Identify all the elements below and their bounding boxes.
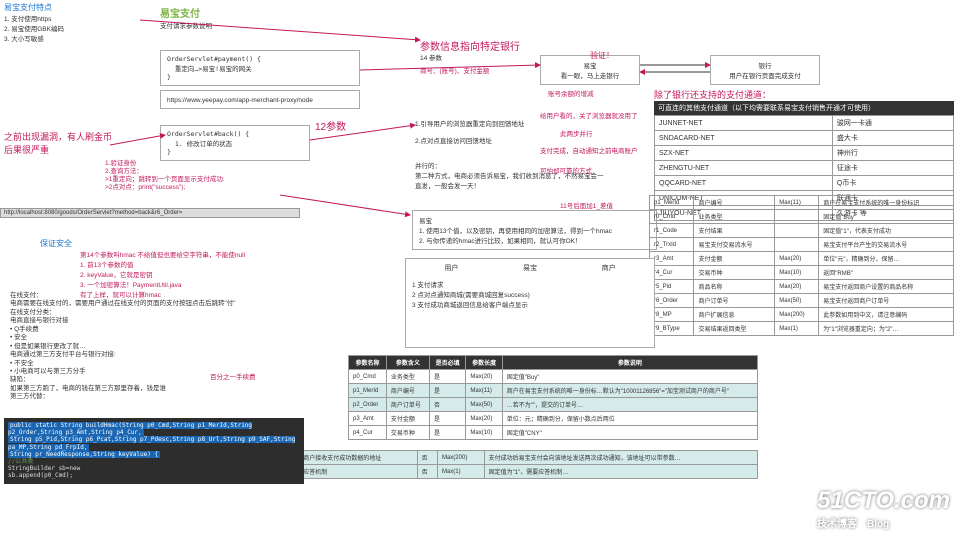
channel-title: 除了银行还支持的支付通道： xyxy=(654,88,954,101)
hmac-2: 2. keyValue，它就是密钥 xyxy=(80,269,300,279)
actor-yibao: 易宝 xyxy=(523,263,537,273)
merge2: 此两步并行 xyxy=(560,128,593,138)
merge1: 给用户看的，关了浏览器就没用了 xyxy=(540,110,650,120)
verify-4: >2点对点：print("success"); xyxy=(105,184,295,192)
feature-3: 3. 大小写敏感 xyxy=(4,33,144,43)
code-comment: //公共类 xyxy=(8,458,300,465)
after11: 11号后面加1_差值 xyxy=(560,200,613,210)
merchant-note: 商号、(账号)、支付金额 xyxy=(420,65,490,75)
table-row: r4_Cur交易币种Max(10)返回"RMB" xyxy=(650,266,954,280)
feature-1: 1. 支付使用https xyxy=(4,13,144,23)
table-row: p3_Amt支付金额是Max(20)单位：元；精确到分，保留小数点后两位 xyxy=(349,412,758,426)
table-row: r8_MP商户扩展信息Max(200)此参数如用到中文，请注意编码 xyxy=(650,308,954,322)
table-row: p1_MerId商户编号Max(11)商户在易宝支付系统的唯一身份标识 xyxy=(650,196,954,210)
op-11: 第三方代替： xyxy=(10,393,290,401)
channel-row: JUNNET-NET骏网一卡通 xyxy=(655,116,954,131)
op-3: • Q手续费 xyxy=(10,326,290,334)
table-row: r9_BType交易结果返回类型Max(1)为"1"浏览器重定向；为"2"… xyxy=(650,322,954,336)
verify-1: 1.验证身份 xyxy=(105,160,295,168)
table-row: p4_Cur交易币种是Max(10)固定值"CNY" xyxy=(349,426,758,440)
param14-label: 14 参数 xyxy=(420,52,442,62)
url-text: http://localhost:8080/goods/OrderServlet… xyxy=(4,210,182,216)
verify-notes: 1.验证身份 2.查询方法： >1重定向；跳转到一个页面显示支付成功: >2点对… xyxy=(105,160,295,193)
code-l1: public static String buildHmac(String p0… xyxy=(8,422,252,436)
op-6: 电商通过第三方支付平台与银行对接: xyxy=(10,351,290,359)
table-row: r2_TrxId易宝支付交易流水号易宝支付平台产生的交易流水号 xyxy=(650,238,954,252)
yeepay-url-box: https://www.yeepay.com/app-merchant-prox… xyxy=(160,90,360,109)
back-code: OrderServlet#back() { 1. 修改订单的状态 } xyxy=(167,130,303,156)
seq-2: 2 点对点通知商城(需要商城回复success) xyxy=(412,289,648,299)
hmac-block: 保证安全 第14个参数叫hmac 不给值但也要给空字符串，不能使null 1. … xyxy=(40,238,300,299)
table-row: r3_Amt支付金额Max(20)单位"元"，精确到分，保留… xyxy=(650,252,954,266)
hmac-0: 第14个参数叫hmac 不给值但也要给空字符串，不能使null xyxy=(80,249,300,259)
yeepay-sub: 支付请求参数说明 xyxy=(160,20,360,30)
sequence-diagram: 用户 易宝 商户 1 支付请求 2 点对点通知商城(需要商城回复success)… xyxy=(405,258,655,348)
guarantee-label: 保证安全 xyxy=(40,239,72,248)
online-pay-block: 在线支付： 电商需要在线支付的，需要用户通过在线支付的页面的支付按钮点击后跳转"… xyxy=(10,292,290,402)
verify-label: 验证！ xyxy=(590,50,614,61)
table-row: p2_Order商户订单号否Max(50)…若不为""，提交的订单号… xyxy=(349,398,758,412)
hmac-1: 1. 前13个参数的值 xyxy=(80,259,300,269)
op-2: 电商直接与银行对接 xyxy=(10,317,290,325)
table-row: r1_Code支付结果固定值"1"，代表支付成功 xyxy=(650,224,954,238)
yibao-13-box: 易宝 1. 使用13个值，以及密钥，再使用相同的加密算法，得到一个hmac 2.… xyxy=(412,210,657,250)
seq-3: 3 支付成功商城返回信息给客户端点显示 xyxy=(412,299,648,309)
arrow-text-2: 2.点对点直接访问回馈地址 xyxy=(415,135,565,145)
actor-user: 用户 xyxy=(444,263,458,273)
code-l5: sb.append(p0_Cmd); xyxy=(8,472,300,479)
op-0: 电商需要在线支付的，需要用户通过在线支付的页面的支付按钮点击后跳转"付" xyxy=(10,300,290,308)
vulnerability-warning: 之前出现漏洞，有人刷金币后果很严重 xyxy=(4,130,114,156)
watermark-sub: 技术博客 Blog xyxy=(817,515,950,530)
watermark-big: 51CTO.com xyxy=(817,487,950,515)
op-7: • 不安全 xyxy=(10,360,290,368)
table-row: r0_Cmd业务类型固定值"Buy" xyxy=(650,210,954,224)
twelve-params: 12参数 xyxy=(315,118,346,133)
op-4: • 安全 xyxy=(10,334,290,342)
param-table-2: 参数名称参数含义是否必填参数长度参数说明 p0_Cmd业务类型是Max(20)固… xyxy=(348,355,758,440)
merge3: 支付完成，自动通知之前电商账户 xyxy=(540,145,650,155)
table-row: r6_Order商户订单号Max(50)易宝支付返回商户订单号 xyxy=(650,294,954,308)
hmac-3: 3. 一个加密算法！PaymentUtil.java xyxy=(80,279,300,289)
payment-code-box: OrderServlet#payment() { 重定向…>易宝!易宝的网关 } xyxy=(160,50,360,86)
channel-row: ZHENGTU-NET征途卡 xyxy=(655,161,954,176)
param-table-1: p1_MerId商户编号Max(11)商户在易宝支付系统的唯一身份标识r0_Cm… xyxy=(649,195,954,336)
arrow-bank-label: 参数信息指向特定银行 xyxy=(420,38,520,53)
channel-row: QQCARD-NETQ币卡 xyxy=(655,176,954,191)
op-10: 如果第三方跑了，电商的钱在第三方那里存着，钱是谁 xyxy=(10,385,290,393)
watermark: 51CTO.com 技术博客 Blog xyxy=(817,487,950,530)
code-bottom: public static String buildHmac(String p0… xyxy=(4,418,304,484)
payment-code: OrderServlet#payment() { 重定向…>易宝!易宝的网关 } xyxy=(167,55,353,81)
channel-sub: 可直连的其他支付通道（以下均需要联系易宝支付销售开通才可使用） xyxy=(654,101,954,115)
fee-note: 百分之一手续费 xyxy=(210,371,256,381)
table-row: r5_Pid商品名称Max(20)易宝支付返回商户设置的商品名称 xyxy=(650,280,954,294)
code-l4: StringBuilder sb=new xyxy=(8,465,300,472)
code-l2: String p5_Pid,String p6_Pcat,String p7_P… xyxy=(8,436,295,450)
yeepay-url: https://www.yeepay.com/app-merchant-prox… xyxy=(167,97,313,104)
bank-text: 银行 用户在银行页面完成支付 xyxy=(717,60,813,80)
back-code-box: OrderServlet#back() { 1. 修改订单的状态 } xyxy=(160,125,310,161)
actor-shop: 商户 xyxy=(602,263,616,273)
channel-row: SNDACARD-NET盛大卡 xyxy=(655,131,954,146)
yeepay-logo: 易宝支付 xyxy=(160,9,200,20)
second-way: 并行的： 第二种方式，电商必须告诉易宝，我们收到消息了，不然易宝会一直发，一般会… xyxy=(415,160,605,190)
table-row: p1_MerId商户编号是Max(11)商户在易宝支付系统的唯一身份标…默认为"… xyxy=(349,384,758,398)
yibao-text: 易宝 看一眼，马上走银行 xyxy=(547,60,633,80)
seq-1: 1 支付请求 xyxy=(412,279,648,289)
table-row: p0_Cmd业务类型是Max(20)固定值"Buy" xyxy=(349,370,758,384)
op-5: • 但是如果银行更改了就… xyxy=(10,343,290,351)
yeepay-logo-block: 易宝支付 支付请求参数说明 xyxy=(160,5,360,30)
features-title: 易宝支付特点 xyxy=(4,2,144,13)
browser-urlbar[interactable]: http://localhost:8080/goods/OrderServlet… xyxy=(0,208,300,218)
yeepay-features: 易宝支付特点 1. 支付使用https 2. 易宝使用GBK编码 3. 大小写敏… xyxy=(4,2,144,43)
param14: 14 参数 xyxy=(420,55,442,62)
channel-row: SZX-NET神州行 xyxy=(655,146,954,161)
balance-change: 账号余额的增减 xyxy=(548,88,594,98)
feature-2: 2. 易宝使用GBK编码 xyxy=(4,23,144,33)
code-l3: String pr_NeedResponse,String keyValue) … xyxy=(8,451,160,458)
bank-box: 银行 用户在银行页面完成支付 xyxy=(710,55,820,85)
